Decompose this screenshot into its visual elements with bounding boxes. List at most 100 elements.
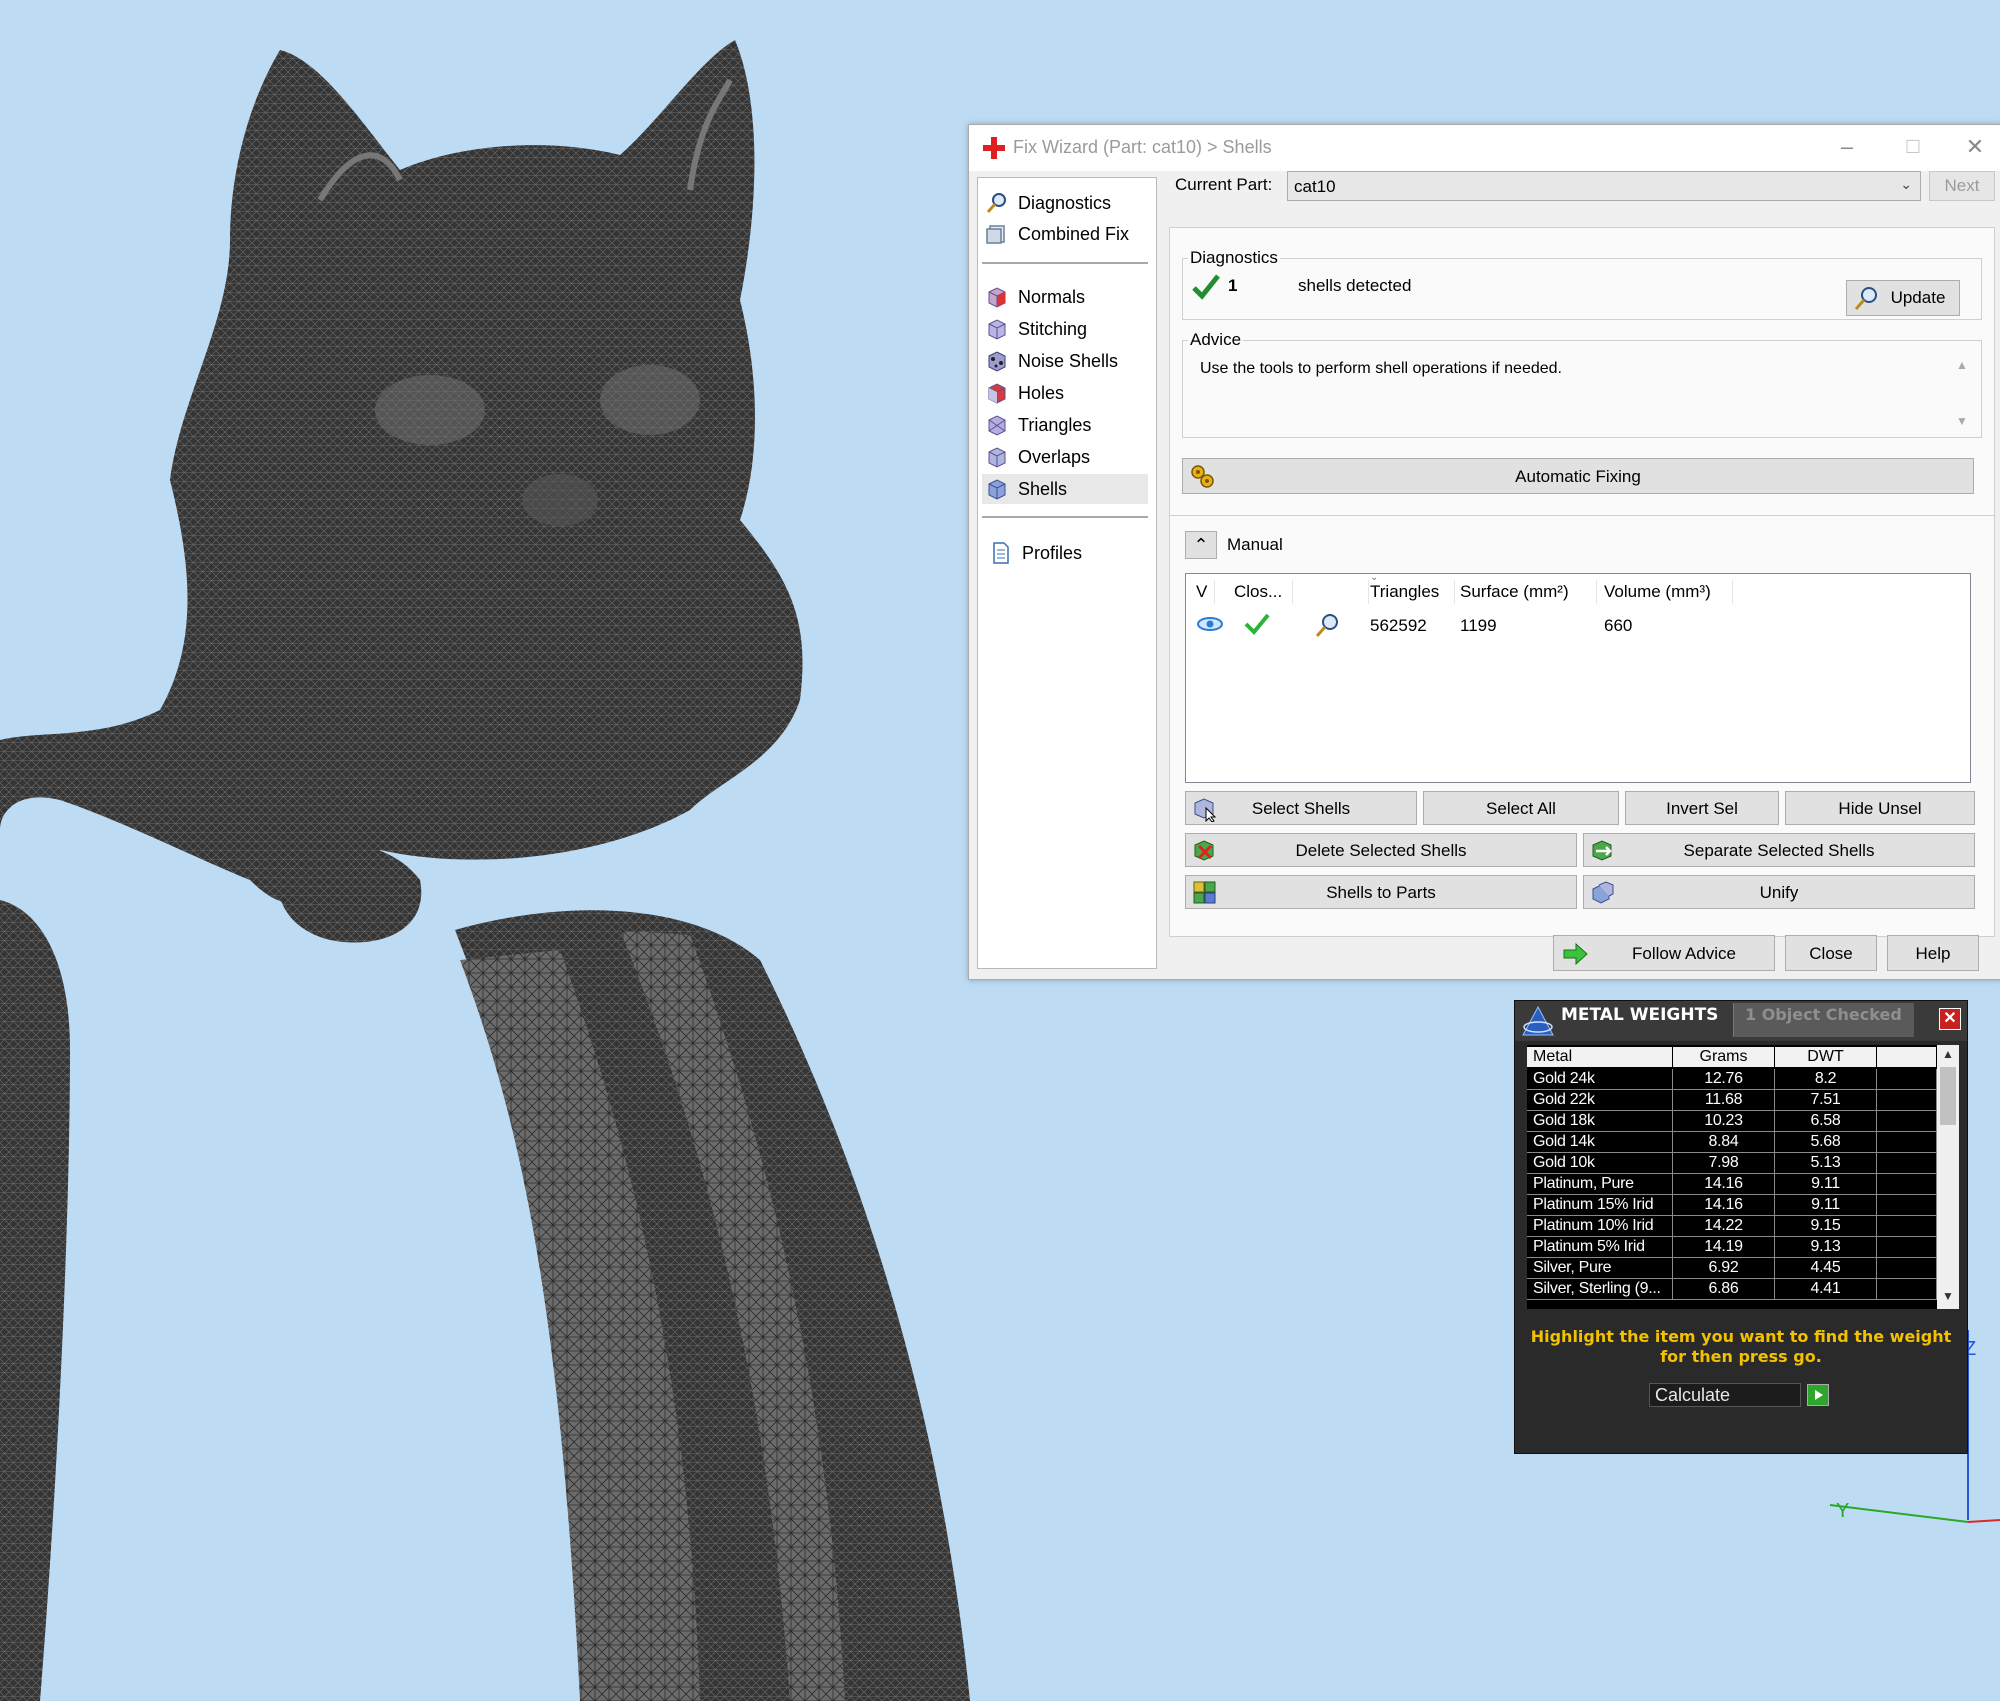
- magnifier-icon: [1854, 287, 1877, 310]
- objects-checked-status: 1 Object Checked: [1745, 1005, 1902, 1024]
- nav-item-stitching[interactable]: Stitching: [986, 314, 1144, 344]
- shells-cube-icon: [988, 479, 1006, 500]
- collapse-manual-button[interactable]: ⌃: [1185, 531, 1217, 559]
- metal-row[interactable]: Platinum 15% Irid 14.16 9.11: [1527, 1195, 1937, 1216]
- maximize-icon[interactable]: ☐: [1895, 131, 1931, 163]
- scroll-up-icon[interactable]: ▲: [1942, 1047, 1954, 1061]
- nav-item-triangles[interactable]: Triangles: [986, 410, 1144, 440]
- current-part-value: cat10: [1294, 177, 1336, 196]
- cell-metal: Gold 14k: [1527, 1132, 1673, 1152]
- diagnostics-text: shells detected: [1298, 276, 1412, 295]
- scroll-up-icon[interactable]: ▲: [1956, 358, 1968, 372]
- metal-rows: Gold 24k 12.76 8.2 Gold 22k 11.68 7.51 Gold 18…: [1527, 1069, 1937, 1309]
- close-icon[interactable]: ✕: [1939, 1008, 1961, 1030]
- column-header-dwt[interactable]: DWT: [1775, 1047, 1877, 1067]
- eye-icon[interactable]: [1196, 614, 1224, 634]
- cell-metal: Gold 10k: [1527, 1153, 1673, 1173]
- metal-row[interactable]: Gold 22k 11.68 7.51: [1527, 1090, 1937, 1111]
- hide-unselected-button[interactable]: Hide Unsel: [1785, 791, 1975, 825]
- metal-weights-panel: METAL WEIGHTS 1 Object Checked ✕ Metal G…: [1514, 1000, 1968, 1454]
- metal-row[interactable]: Silver, Sterling (9... 6.86 4.41: [1527, 1279, 1937, 1300]
- cell-metal: Platinum 15% Irid: [1527, 1195, 1673, 1215]
- cell-blank: [1877, 1258, 1937, 1278]
- title-bar[interactable]: Fix Wizard (Part: cat10) > Shells – ☐ ✕: [969, 125, 2000, 171]
- metal-row[interactable]: Gold 14k 8.84 5.68: [1527, 1132, 1937, 1153]
- nav-item-shells[interactable]: Shells: [982, 474, 1148, 504]
- current-part-label: Current Part:: [1175, 175, 1273, 194]
- cell-metal: Silver, Sterling (9...: [1527, 1279, 1673, 1299]
- metal-row[interactable]: Platinum 5% Irid 14.19 9.13: [1527, 1237, 1937, 1258]
- column-header-metal[interactable]: Metal: [1527, 1047, 1673, 1067]
- nav-divider: [982, 516, 1148, 518]
- cell-dwt: 6.58: [1775, 1111, 1877, 1131]
- nav-item-label: Diagnostics: [1018, 193, 1112, 213]
- update-button[interactable]: Update: [1846, 280, 1960, 316]
- follow-advice-button[interactable]: Follow Advice: [1553, 935, 1775, 971]
- column-header-visible[interactable]: V: [1196, 582, 1207, 602]
- nav-item-label: Stitching: [1018, 319, 1088, 339]
- cell-dwt: 9.13: [1775, 1237, 1877, 1257]
- shells-table[interactable]: V Clos... ⌄ Triangles Surface (mm²) Volu…: [1185, 572, 1971, 783]
- metal-row[interactable]: Gold 24k 12.76 8.2: [1527, 1069, 1937, 1090]
- metal-row[interactable]: Platinum 10% Irid 14.22 9.15: [1527, 1216, 1937, 1237]
- metal-row[interactable]: Gold 10k 7.98 5.13: [1527, 1153, 1937, 1174]
- cell-dwt: 4.45: [1775, 1258, 1877, 1278]
- column-header-surface[interactable]: Surface (mm²): [1460, 582, 1569, 602]
- metal-row[interactable]: Gold 18k 10.23 6.58: [1527, 1111, 1937, 1132]
- noise-shells-cube-icon: [988, 351, 1006, 372]
- wizard-navigation: Diagnostics Combined Fix Normals Stitchi…: [977, 177, 1157, 969]
- automatic-fixing-button[interactable]: Automatic Fixing: [1182, 458, 1974, 494]
- zoom-to-shell-icon[interactable]: [1314, 612, 1340, 638]
- metal-list-scrollbar[interactable]: ▲ ▼: [1937, 1045, 1959, 1309]
- select-shells-button[interactable]: Select Shells: [1185, 791, 1417, 825]
- cell-metal: Platinum, Pure: [1527, 1174, 1673, 1194]
- nav-item-combined-fix[interactable]: Combined Fix: [986, 219, 1144, 249]
- current-part-dropdown[interactable]: cat10 ⌄: [1287, 171, 1921, 201]
- go-button[interactable]: [1807, 1384, 1829, 1406]
- nav-item-noise-shells[interactable]: Noise Shells: [986, 346, 1144, 376]
- close-window-icon[interactable]: ✕: [1957, 131, 1993, 163]
- nav-item-normals[interactable]: Normals: [986, 282, 1144, 312]
- column-header-blank: [1877, 1047, 1937, 1067]
- separate-selected-shells-label: Separate Selected Shells: [1683, 841, 1875, 860]
- close-button[interactable]: Close: [1785, 935, 1877, 971]
- stitching-cube-icon: [988, 319, 1006, 340]
- column-divider: [1292, 580, 1293, 604]
- chevron-down-icon: ⌄: [1900, 176, 1912, 192]
- minimize-icon[interactable]: –: [1829, 131, 1865, 163]
- metal-row[interactable]: Silver, Pure 6.92 4.45: [1527, 1258, 1937, 1279]
- scroll-down-icon[interactable]: ▼: [1942, 1289, 1954, 1303]
- nav-item-profiles[interactable]: Profiles: [990, 538, 1148, 568]
- scrollbar-thumb[interactable]: [1940, 1067, 1956, 1125]
- shells-to-parts-label: Shells to Parts: [1326, 883, 1436, 902]
- cell-triangles: 562592: [1370, 616, 1427, 635]
- column-header-closed[interactable]: Clos...: [1234, 582, 1282, 602]
- nav-item-overlaps[interactable]: Overlaps: [986, 442, 1144, 472]
- metal-row[interactable]: Platinum, Pure 14.16 9.11: [1527, 1174, 1937, 1195]
- nav-item-diagnostics[interactable]: Diagnostics: [986, 188, 1144, 218]
- cell-blank: [1877, 1195, 1937, 1215]
- window-title: Fix Wizard (Part: cat10) > Shells: [1013, 137, 1272, 157]
- column-divider: [1732, 580, 1733, 604]
- nav-item-holes[interactable]: Holes: [986, 378, 1144, 408]
- shell-count: 1: [1228, 276, 1238, 295]
- select-all-button[interactable]: Select All: [1423, 791, 1619, 825]
- cell-blank: [1877, 1111, 1937, 1131]
- update-button-label: Update: [1890, 288, 1946, 307]
- unify-button[interactable]: Unify: [1583, 875, 1975, 909]
- metal-list[interactable]: Metal Grams DWT Gold 24k 12.76 8.2 Gold 22k…: [1527, 1045, 1959, 1309]
- scroll-down-icon[interactable]: ▼: [1956, 414, 1968, 428]
- help-button[interactable]: Help: [1887, 935, 1979, 971]
- overlaps-cube-icon: [988, 447, 1006, 468]
- invert-selection-button[interactable]: Invert Sel: [1625, 791, 1779, 825]
- separate-selected-shells-button[interactable]: Separate Selected Shells: [1583, 833, 1975, 867]
- next-button[interactable]: Next: [1929, 171, 1995, 201]
- table-row[interactable]: 562592 1199 660: [1186, 610, 1970, 640]
- column-header-grams[interactable]: Grams: [1673, 1047, 1775, 1067]
- column-header-volume[interactable]: Volume (mm³): [1604, 582, 1711, 602]
- delete-selected-shells-button[interactable]: Delete Selected Shells: [1185, 833, 1577, 867]
- cell-metal: Platinum 10% Irid: [1527, 1216, 1673, 1236]
- column-header-triangles[interactable]: Triangles: [1370, 582, 1439, 602]
- nav-divider: [982, 262, 1148, 264]
- shells-to-parts-button[interactable]: Shells to Parts: [1185, 875, 1577, 909]
